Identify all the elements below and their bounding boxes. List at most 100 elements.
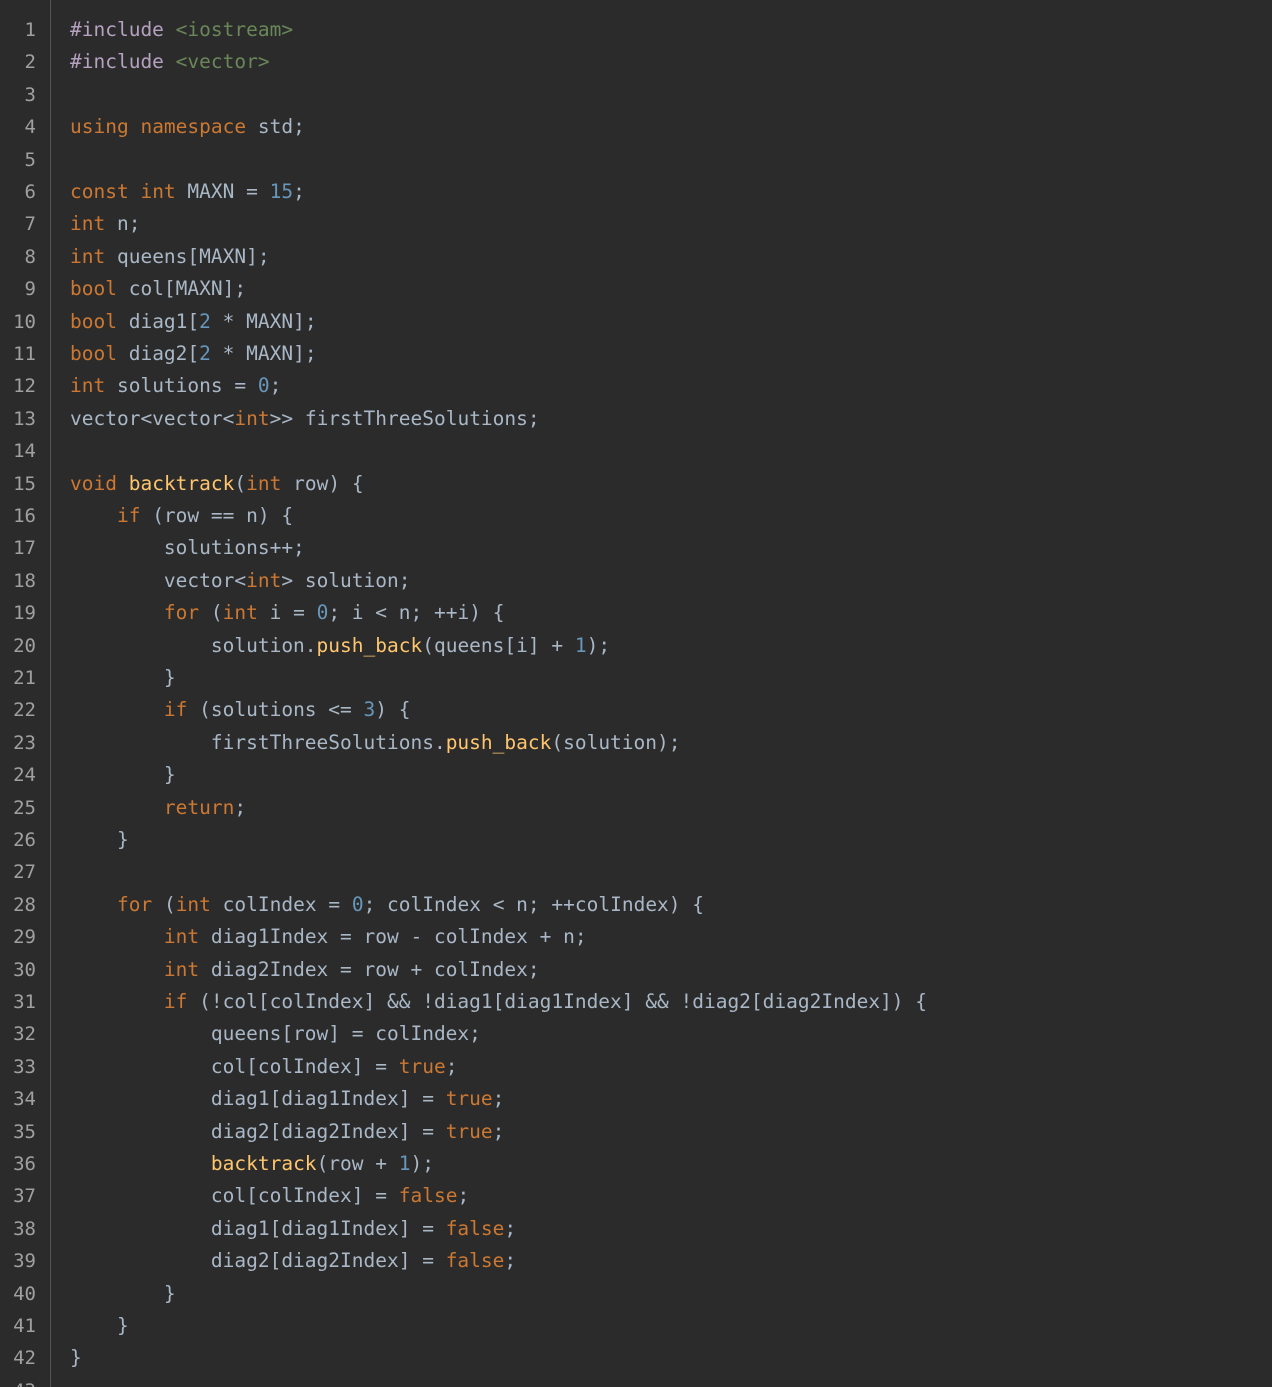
code-line[interactable]: firstThreeSolutions.push_back(solution); bbox=[70, 727, 681, 759]
code-token: ) { bbox=[375, 698, 411, 722]
code-token: int bbox=[163, 925, 200, 949]
code-token: bool bbox=[70, 309, 117, 333]
code-token: int bbox=[234, 406, 270, 430]
code-line[interactable]: #include <iostream> bbox=[70, 14, 293, 46]
code-line[interactable]: } bbox=[70, 662, 176, 694]
code-text-area[interactable]: #include <iostream> #include <vector> usin… bbox=[70, 0, 1272, 1387]
code-token: (solutions <= bbox=[187, 698, 364, 722]
code-editor[interactable]: 1 2 3 4 5 6 7 8 9 10 11 12 13 14 15 16 17 18 19 20 21 22 23 24 2… bbox=[0, 0, 1272, 1387]
code-token: true bbox=[445, 1119, 493, 1143]
code-line[interactable]: int n; bbox=[70, 208, 140, 240]
code-token: } bbox=[70, 828, 129, 851]
line-number-gutter: 1 2 3 4 5 6 7 8 9 10 11 12 13 14 15 16 17 18 19 20 21 22 23 24 2… bbox=[0, 0, 51, 1387]
code-line[interactable]: const int MAXN = 15; bbox=[70, 176, 305, 208]
code-line[interactable]: int diag1Index = row - colIndex + n; bbox=[70, 921, 587, 953]
code-line[interactable]: solutions++; bbox=[70, 532, 305, 564]
code-token: 2 bbox=[199, 342, 211, 365]
code-line[interactable]: return; bbox=[70, 792, 246, 824]
code-line[interactable]: bool col[MAXN]; bbox=[70, 273, 246, 305]
line-number: 1 bbox=[24, 19, 36, 41]
code-token: ; colIndex < n; ++colIndex) { bbox=[363, 892, 705, 916]
code-token: const bbox=[70, 180, 129, 203]
code-token: diag2[diag2Index] = bbox=[70, 1249, 446, 1273]
line-number: 18 bbox=[13, 569, 36, 592]
code-line[interactable]: queens[row] = colIndex; bbox=[70, 1018, 481, 1050]
code-line[interactable]: void backtrack(int row) { bbox=[70, 468, 364, 500]
code-line[interactable]: if (!col[colIndex] && !diag1[diag1Index]… bbox=[70, 986, 927, 1018]
code-token: vector<vector< bbox=[70, 406, 235, 430]
code-token: push_back bbox=[445, 730, 552, 754]
code-line[interactable]: for (int i = 0; i < n; ++i) { bbox=[70, 597, 505, 629]
code-token: int bbox=[246, 471, 282, 495]
code-token: diag1Index = row - colIndex + n; bbox=[199, 925, 587, 949]
line-number: 42 bbox=[13, 1347, 36, 1370]
code-line[interactable]: col[colIndex] = false; bbox=[70, 1180, 469, 1212]
code-line[interactable]: int queens[MAXN]; bbox=[70, 241, 270, 273]
line-number: 5 bbox=[24, 148, 36, 171]
code-line[interactable]: using namespace std; bbox=[70, 111, 305, 143]
code-token: * MAXN]; bbox=[210, 309, 317, 333]
line-number: 35 bbox=[13, 1120, 36, 1143]
code-line[interactable]: backtrack(row + 1); bbox=[70, 1148, 434, 1180]
code-token: n; bbox=[105, 212, 141, 236]
code-line[interactable]: diag1[diag1Index] = true; bbox=[70, 1083, 505, 1115]
code-token: ; bbox=[457, 1184, 470, 1208]
code-token: true bbox=[398, 1054, 446, 1078]
code-token: } bbox=[70, 666, 176, 689]
code-token: <iostream> bbox=[175, 18, 294, 41]
code-token: colIndex = bbox=[210, 892, 352, 916]
code-token: solutions++; bbox=[70, 536, 305, 560]
code-token: solution. bbox=[70, 633, 317, 657]
code-line[interactable]: bool diag1[2 * MAXN]; bbox=[70, 306, 317, 338]
code-line[interactable]: int diag2Index = row + colIndex; bbox=[70, 954, 540, 986]
code-line[interactable]: diag2[diag2Index] = true; bbox=[70, 1116, 505, 1148]
code-line[interactable]: #include <vector> bbox=[70, 46, 270, 78]
code-token: (solution); bbox=[551, 730, 681, 754]
code-line[interactable]: int solutions = 0; bbox=[70, 370, 281, 402]
code-line[interactable]: col[colIndex] = true; bbox=[70, 1051, 458, 1083]
code-line[interactable]: vector<int> solution; bbox=[70, 565, 411, 597]
code-line[interactable]: diag2[diag2Index] = false; bbox=[70, 1245, 516, 1277]
code-token: bool bbox=[70, 277, 117, 301]
code-token: return bbox=[163, 795, 235, 819]
line-number: 33 bbox=[13, 1055, 36, 1078]
code-line[interactable]: } bbox=[70, 1278, 176, 1310]
code-token: false bbox=[398, 1184, 458, 1208]
line-number: 39 bbox=[13, 1250, 36, 1273]
line-number: 34 bbox=[13, 1088, 36, 1111]
code-token: void bbox=[70, 471, 117, 495]
code-line[interactable]: solution.push_back(queens[i] + 1); bbox=[70, 630, 610, 662]
code-token: std; bbox=[246, 115, 305, 139]
code-line[interactable]: for (int colIndex = 0; colIndex < n; ++c… bbox=[70, 889, 704, 921]
code-line[interactable]: vector<vector<int>> firstThreeSolutions; bbox=[70, 403, 540, 435]
code-line[interactable]: } bbox=[70, 1310, 129, 1342]
code-line[interactable]: } bbox=[70, 1342, 82, 1374]
code-token: col[colIndex] = bbox=[70, 1184, 399, 1208]
code-line[interactable]: if (solutions <= 3) { bbox=[70, 694, 411, 726]
code-token: 1 bbox=[398, 1152, 411, 1175]
code-line[interactable]: if (row == n) { bbox=[70, 500, 293, 532]
code-line[interactable]: } bbox=[70, 824, 129, 856]
line-number: 22 bbox=[13, 699, 36, 722]
code-token: } bbox=[70, 1314, 129, 1337]
code-token: diag2Index = row + colIndex; bbox=[199, 957, 540, 981]
line-number: 6 bbox=[24, 181, 36, 203]
line-number: 43 bbox=[0, 1375, 36, 1387]
code-line[interactable]: bool diag2[2 * MAXN]; bbox=[70, 338, 317, 370]
code-token: ; bbox=[492, 1087, 505, 1111]
code-line[interactable]: diag1[diag1Index] = false; bbox=[70, 1213, 516, 1245]
line-number: 26 bbox=[13, 829, 36, 851]
code-line[interactable]: } bbox=[70, 759, 176, 791]
code-token: row) { bbox=[281, 471, 364, 495]
line-number: 11 bbox=[13, 343, 36, 365]
